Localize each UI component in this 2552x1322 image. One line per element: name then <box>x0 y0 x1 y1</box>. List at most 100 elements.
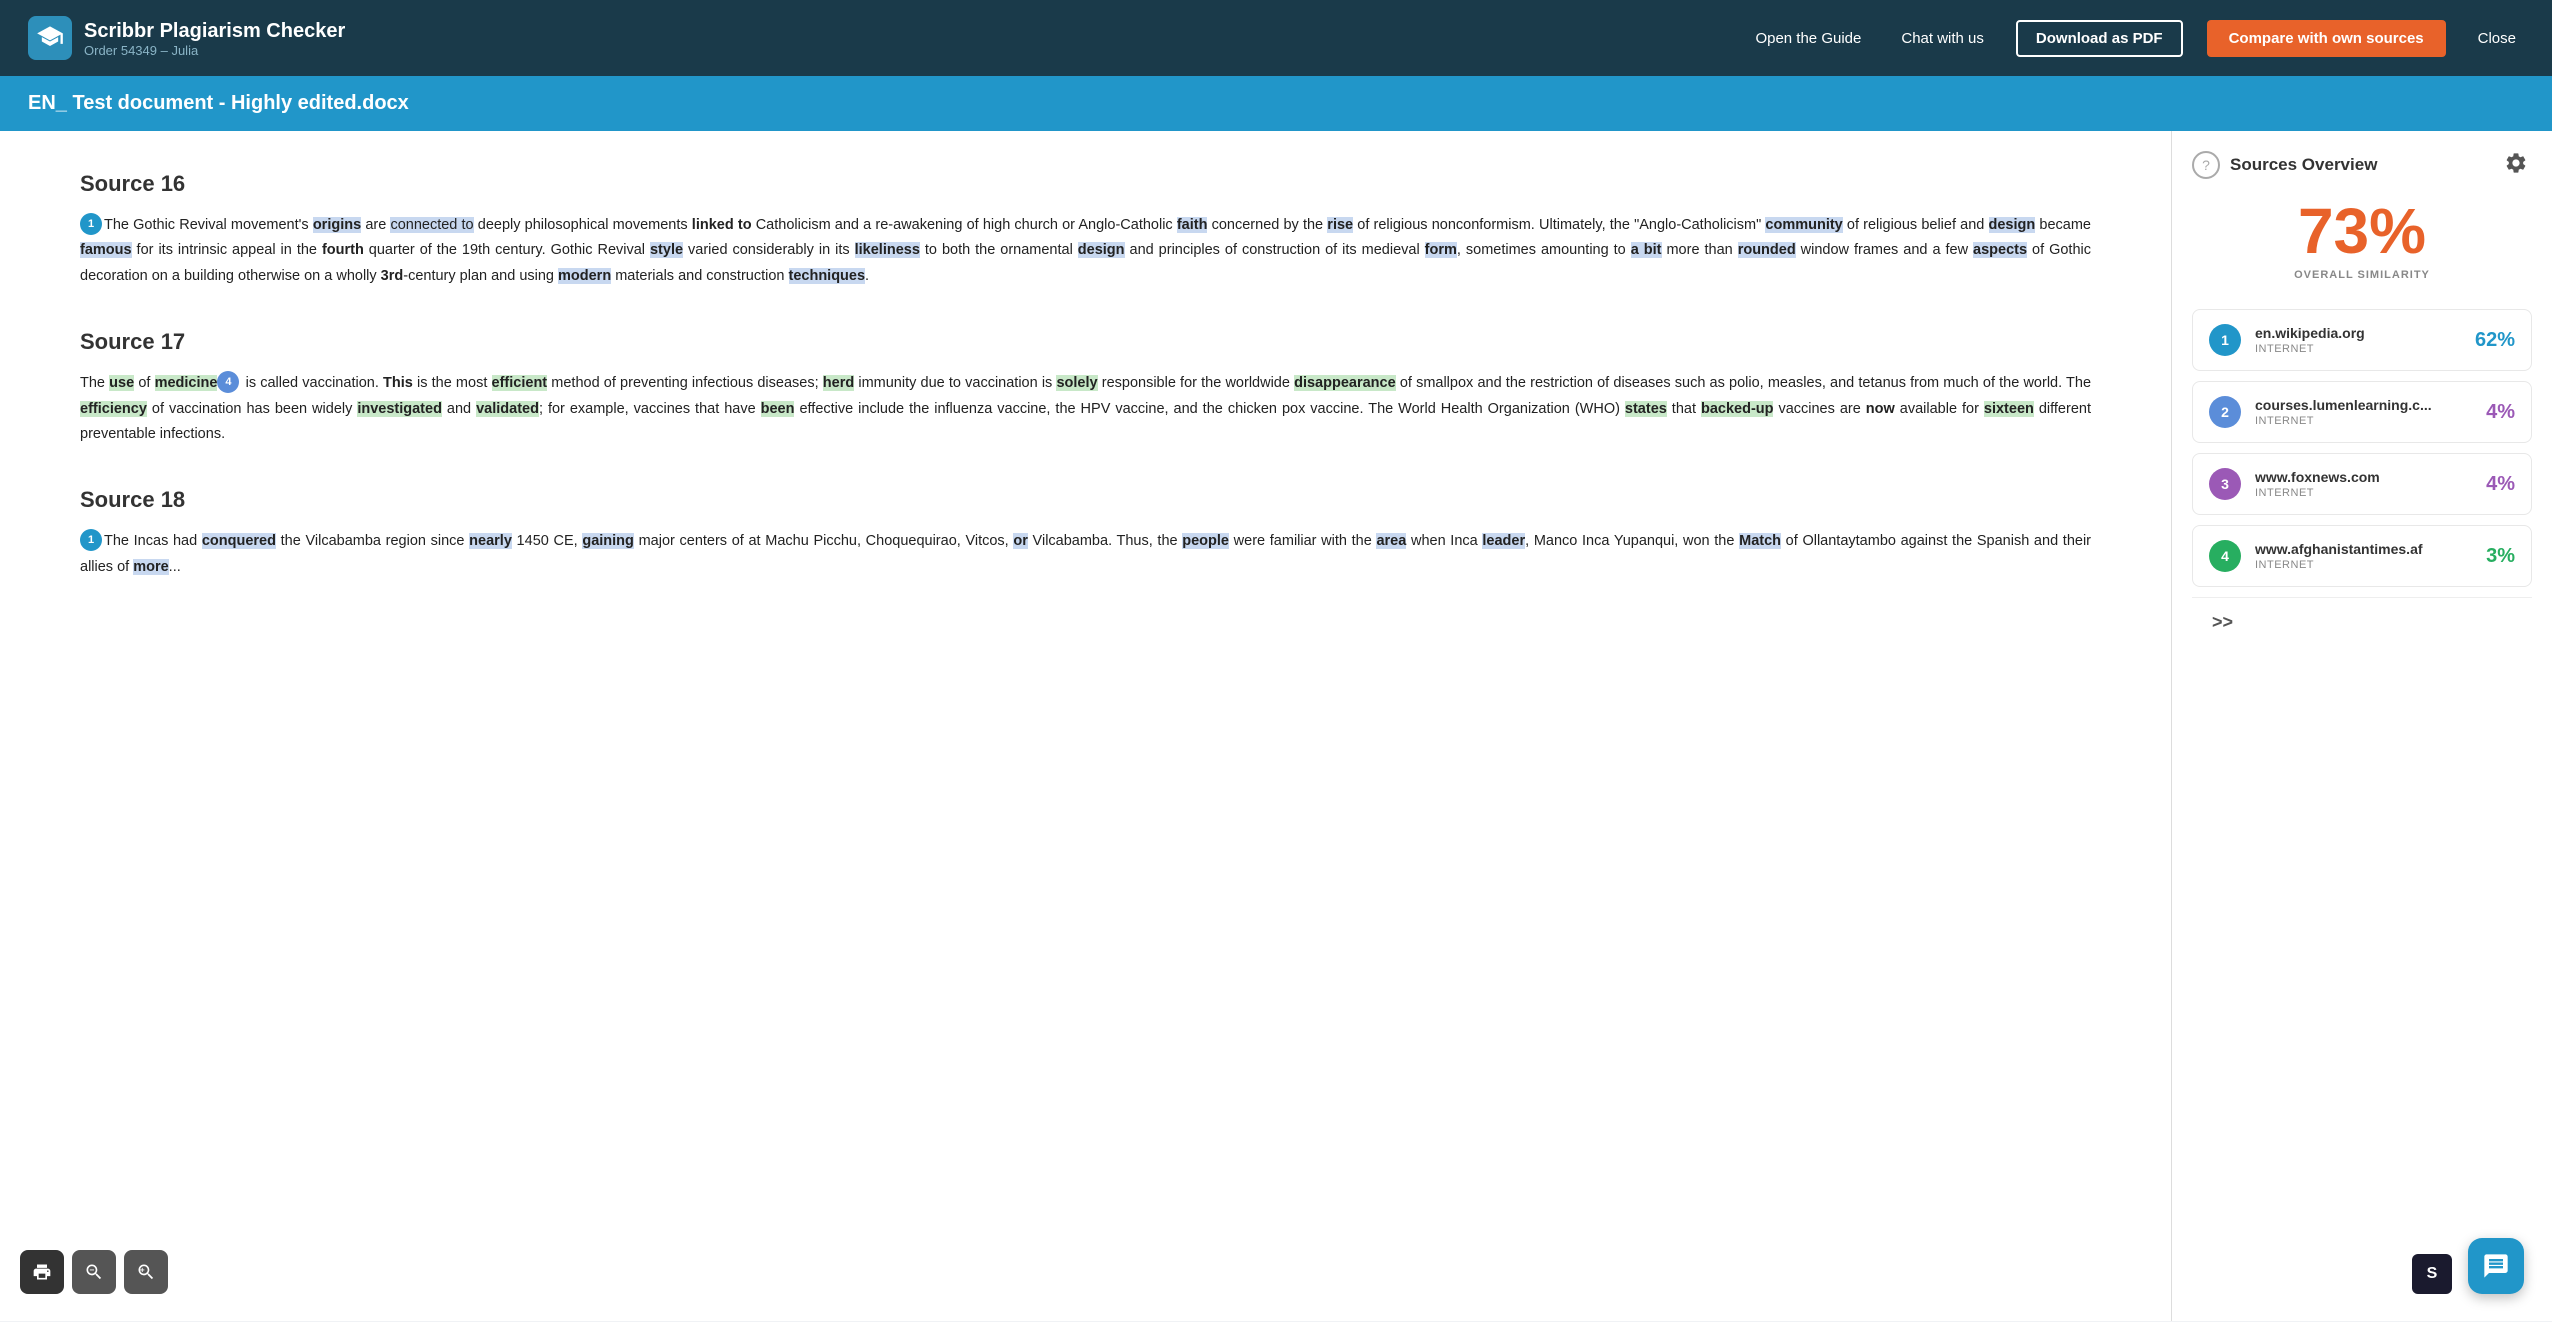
logo-area: Scribbr Plagiarism Checker Order 54349 –… <box>28 16 345 60</box>
source-badge-4: 4 <box>217 371 239 393</box>
document-panel: Source 16 1The Gothic Revival movement's… <box>0 131 2172 1321</box>
document-filename: EN_ Test document - Highly edited.docx <box>28 92 409 114</box>
s17-use: use <box>109 375 134 391</box>
logo-text: Scribbr Plagiarism Checker Order 54349 –… <box>84 19 345 58</box>
similarity-block: 73% OVERALL SIMILARITY <box>2192 199 2532 281</box>
s16-techniques: techniques <box>789 268 866 284</box>
app-header: Scribbr Plagiarism Checker Order 54349 –… <box>0 0 2552 76</box>
s17-this: This <box>383 375 413 391</box>
s17-solely: solely <box>1056 375 1097 391</box>
source-pct-1: 62% <box>2475 329 2515 352</box>
s17-sixteen: sixteen <box>1984 401 2034 417</box>
download-pdf-button[interactable]: Download as PDF <box>2016 20 2183 57</box>
s18-conquered: conquered <box>202 533 276 549</box>
s16-famous: famous <box>80 242 132 258</box>
guide-link[interactable]: Open the Guide <box>1747 26 1869 51</box>
app-title: Scribbr Plagiarism Checker <box>84 19 345 43</box>
source-pct-3: 4% <box>2486 473 2515 496</box>
source-pct-4: 3% <box>2486 545 2515 568</box>
zoom-out-button[interactable] <box>72 1250 116 1294</box>
source-num-badge-2: 2 <box>2209 396 2241 428</box>
order-text: Order 54349 – Julia <box>84 43 345 58</box>
nav-arrows[interactable]: >> <box>2192 597 2532 647</box>
source-type-3: INTERNET <box>2255 487 2472 499</box>
s17-validated: validated <box>476 401 539 417</box>
source-17-section: Source 17 The use of medicine4 is called… <box>80 329 2091 447</box>
s18-nearly: nearly <box>469 533 512 549</box>
symfony-icon[interactable]: S <box>2412 1254 2452 1294</box>
source-domain-1: en.wikipedia.org <box>2255 325 2461 341</box>
s18-leader: leader <box>1482 533 1525 549</box>
s18-gaining: gaining <box>582 533 634 549</box>
print-icon <box>32 1262 52 1282</box>
s18-people: people <box>1182 533 1229 549</box>
source-num-badge-4: 4 <box>2209 540 2241 572</box>
sources-header-left: ? Sources Overview <box>2192 151 2377 179</box>
nav-arrows-icon[interactable]: >> <box>2212 612 2233 633</box>
s16-likeliness: likeliness <box>855 242 920 258</box>
source-domain-3: www.foxnews.com <box>2255 469 2472 485</box>
s17-disappearance: disappearance <box>1294 375 1396 391</box>
sources-title: Sources Overview <box>2230 155 2377 175</box>
source-item-1[interactable]: 1 en.wikipedia.org INTERNET 62% <box>2192 309 2532 371</box>
source-info-2: courses.lumenlearning.c... INTERNET <box>2255 397 2472 427</box>
s18-or: or <box>1013 533 1028 549</box>
s17-medicine: medicine <box>155 375 218 391</box>
help-icon[interactable]: ? <box>2192 151 2220 179</box>
source-item-2[interactable]: 2 courses.lumenlearning.c... INTERNET 4% <box>2192 381 2532 443</box>
source-pct-2: 4% <box>2486 401 2515 424</box>
source-18-section: Source 18 1The Incas had conquered the V… <box>80 487 2091 580</box>
source-16-text: 1The Gothic Revival movement's origins a… <box>80 213 2091 289</box>
chat-link[interactable]: Chat with us <box>1893 26 1992 51</box>
zoom-in-icon <box>136 1262 156 1282</box>
source-domain-4: www.afghanistantimes.af <box>2255 541 2472 557</box>
source-info-3: www.foxnews.com INTERNET <box>2255 469 2472 499</box>
s17-efficiency: efficiency <box>80 401 147 417</box>
s16-design: design <box>1989 217 2036 233</box>
source-type-1: INTERNET <box>2255 343 2461 355</box>
s16-modern: modern <box>558 268 611 284</box>
similarity-percent: 73% <box>2192 199 2532 263</box>
s16-connected: connected to <box>390 217 473 233</box>
close-button[interactable]: Close <box>2470 26 2524 51</box>
document-bar: EN_ Test document - Highly edited.docx <box>0 76 2552 131</box>
s17-efficient: efficient <box>492 375 548 391</box>
similarity-label: OVERALL SIMILARITY <box>2192 269 2532 281</box>
s17-states: states <box>1625 401 1667 417</box>
s16-3rd: 3rd <box>381 268 404 284</box>
bottom-toolbar <box>20 1250 168 1294</box>
s16-faith: faith <box>1177 217 1208 233</box>
source-item-3[interactable]: 3 www.foxnews.com INTERNET 4% <box>2192 453 2532 515</box>
source-18-text: 1The Incas had conquered the Vilcabamba … <box>80 529 2091 580</box>
s18-area: area <box>1376 533 1406 549</box>
s16-linked: linked to <box>692 217 752 233</box>
source-17-text: The use of medicine4 is called vaccinati… <box>80 371 2091 447</box>
sources-list: 1 en.wikipedia.org INTERNET 62% 2 course… <box>2192 309 2532 587</box>
s16-style: style <box>650 242 683 258</box>
source-item-4[interactable]: 4 www.afghanistantimes.af INTERNET 3% <box>2192 525 2532 587</box>
chat-icon <box>2482 1252 2510 1280</box>
sources-header: ? Sources Overview <box>2192 151 2532 179</box>
print-button[interactable] <box>20 1250 64 1294</box>
compare-sources-button[interactable]: Compare with own sources <box>2207 20 2446 57</box>
settings-icon[interactable] <box>2504 151 2532 179</box>
s16-aspects: aspects <box>1973 242 2027 258</box>
s17-now: now <box>1866 401 1895 417</box>
source-type-2: INTERNET <box>2255 415 2472 427</box>
source-17-title: Source 17 <box>80 329 2091 355</box>
source-16-title: Source 16 <box>80 171 2091 197</box>
s16-design2: design <box>1078 242 1125 258</box>
zoom-in-button[interactable] <box>124 1250 168 1294</box>
symfony-symbol: S <box>2427 1265 2438 1283</box>
source-badge-1: 1 <box>80 213 102 235</box>
s16-rounded: rounded <box>1738 242 1796 258</box>
s16-fourth: fourth <box>322 242 364 258</box>
source-domain-2: courses.lumenlearning.c... <box>2255 397 2472 413</box>
source-18-title: Source 18 <box>80 487 2091 513</box>
zoom-out-icon <box>84 1262 104 1282</box>
chat-fab-button[interactable] <box>2468 1238 2524 1294</box>
source-info-4: www.afghanistantimes.af INTERNET <box>2255 541 2472 571</box>
source-num-badge-3: 3 <box>2209 468 2241 500</box>
main-content: Source 16 1The Gothic Revival movement's… <box>0 131 2552 1321</box>
source-16-section: Source 16 1The Gothic Revival movement's… <box>80 171 2091 289</box>
